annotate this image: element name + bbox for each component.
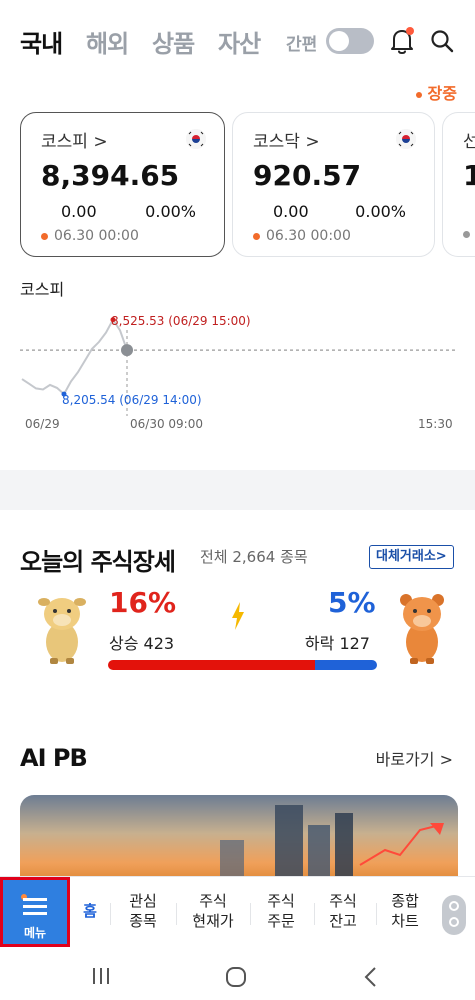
nav-current-price[interactable]: 주식 현재가 bbox=[184, 891, 242, 931]
notification-dot bbox=[406, 27, 414, 35]
nav-separator bbox=[314, 903, 315, 925]
tab-products[interactable]: 상품 bbox=[152, 24, 195, 59]
current-point bbox=[121, 344, 133, 357]
nav-order[interactable]: 주식 주문 bbox=[256, 891, 306, 931]
handle-dot bbox=[449, 901, 459, 911]
x-tick-label: 15:30 bbox=[418, 417, 453, 431]
market-status-label: 장중 bbox=[427, 84, 457, 103]
time-dot bbox=[463, 231, 470, 238]
korea-flag-icon bbox=[186, 129, 206, 149]
total-stocks: 전체 2,664 종목 bbox=[200, 548, 308, 566]
top-header: 국내 해외 상품 자산 간편 bbox=[0, 0, 475, 80]
up-percent: 16% bbox=[109, 586, 177, 619]
handle-dot bbox=[449, 917, 459, 927]
series-line bbox=[21, 317, 128, 396]
nav-chart[interactable]: 종합 차트 bbox=[380, 891, 430, 931]
nav-separator bbox=[176, 903, 177, 925]
search-icon[interactable] bbox=[429, 28, 455, 54]
nav-separator bbox=[110, 903, 111, 925]
status-dot bbox=[415, 91, 422, 98]
recent-apps-icon[interactable] bbox=[90, 966, 112, 986]
nav-separator bbox=[250, 903, 251, 925]
hamburger-icon bbox=[23, 912, 47, 915]
low-label: 8,205.54 (06/29 14:00) bbox=[62, 393, 202, 407]
index-price: 8,394.65 bbox=[41, 159, 180, 192]
high-label: 8,525.53 (06/29 15:00) bbox=[111, 314, 251, 328]
section-divider bbox=[0, 470, 475, 510]
down-count: 하락 127 bbox=[304, 634, 370, 653]
index-change: 0.00 bbox=[61, 202, 97, 221]
up-ratio-bar bbox=[108, 660, 315, 670]
nav-watchlist[interactable]: 관심 종목 bbox=[118, 891, 168, 931]
index-card-partial[interactable]: 선 1 bbox=[442, 112, 475, 257]
nav-scroll-handle[interactable] bbox=[442, 895, 466, 935]
hamburger-icon bbox=[23, 905, 47, 908]
menu-label: 메뉴 bbox=[23, 926, 47, 940]
index-name: 선 bbox=[463, 132, 475, 152]
tab-overseas[interactable]: 해외 bbox=[86, 24, 129, 59]
ai-pb-banner[interactable] bbox=[20, 795, 458, 880]
ai-pb-title: AI PB bbox=[20, 744, 88, 772]
bottom-navigation: 메뉴 홈 관심 종목 주식 현재가 주식 주문 주식 잔고 종합 차트 bbox=[0, 876, 475, 948]
down-ratio-bar bbox=[315, 660, 377, 670]
index-price: 920.57 bbox=[253, 159, 362, 192]
system-navigation-bar bbox=[0, 948, 475, 1000]
index-line-chart: 8,525.53 (06/29 15:00) 8,205.54 (06/29 1… bbox=[20, 314, 458, 431]
hamburger-icon bbox=[23, 898, 47, 901]
bear-mascot-icon bbox=[400, 594, 444, 664]
down-percent: 5% bbox=[328, 586, 376, 619]
x-tick-label: 06/29 bbox=[25, 417, 60, 431]
chart-title: 코스피 bbox=[20, 280, 65, 299]
index-time: 06.30 00:00 bbox=[41, 228, 139, 244]
tab-domestic[interactable]: 국내 bbox=[20, 24, 63, 59]
back-icon[interactable] bbox=[362, 966, 378, 988]
index-name: 코스피 > bbox=[41, 132, 108, 152]
simple-mode-toggle[interactable] bbox=[326, 28, 374, 54]
index-card-kospi[interactable]: 코스피 > 8,394.65 0.00 0.00% 06.30 00:00 bbox=[20, 112, 225, 257]
index-change: 0.00 bbox=[273, 202, 309, 221]
index-time-label: 06.30 00:00 bbox=[266, 228, 351, 244]
city-skyline-image bbox=[220, 805, 444, 880]
index-price: 1 bbox=[463, 159, 475, 192]
alt-exchange-button[interactable]: 대체거래소> bbox=[369, 545, 454, 569]
time-dot bbox=[253, 232, 260, 240]
bull-mascot-icon bbox=[38, 598, 86, 664]
time-dot bbox=[41, 232, 48, 240]
index-percent: 0.00% bbox=[145, 202, 196, 221]
nav-balance[interactable]: 주식 잔고 bbox=[318, 891, 368, 931]
korea-flag-icon bbox=[396, 129, 416, 149]
tab-assets[interactable]: 자산 bbox=[218, 24, 261, 59]
menu-button[interactable]: 메뉴 bbox=[0, 877, 70, 947]
x-tick-label: 06/30 09:00 bbox=[130, 417, 203, 431]
index-percent: 0.00% bbox=[355, 202, 406, 221]
home-icon[interactable] bbox=[225, 966, 247, 988]
nav-separator bbox=[376, 903, 377, 925]
nav-home[interactable]: 홈 bbox=[80, 901, 100, 921]
toggle-knob bbox=[329, 31, 349, 51]
market-status: 장중 bbox=[415, 80, 457, 104]
lightning-icon bbox=[232, 602, 244, 630]
up-count: 상승 423 bbox=[109, 634, 175, 653]
overview-title: 오늘의 주식장세 bbox=[20, 548, 176, 576]
simple-mode-label: 간편 bbox=[286, 35, 318, 55]
index-name: 코스닥 > bbox=[253, 132, 320, 152]
index-time: 06.30 00:00 bbox=[253, 228, 351, 244]
index-time-label: 06.30 00:00 bbox=[54, 228, 139, 244]
ai-pb-goto-link[interactable]: 바로가기 > bbox=[376, 746, 453, 770]
index-card-kosdaq[interactable]: 코스닥 > 920.57 0.00 0.00% 06.30 00:00 bbox=[232, 112, 435, 257]
